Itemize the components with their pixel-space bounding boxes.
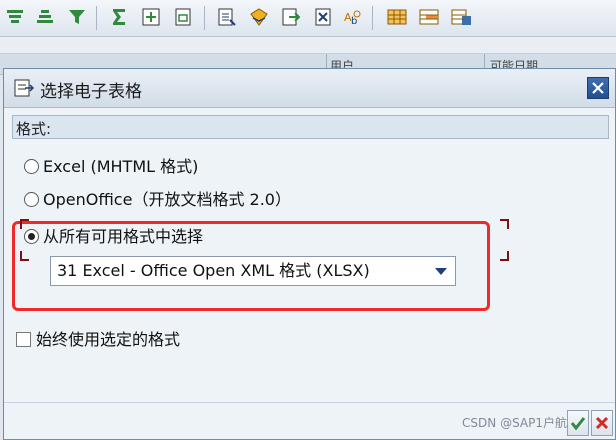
always-use-format-row[interactable]: 始终使用选定的格式	[16, 329, 180, 351]
option-excel-mhtml[interactable]: Excel (MHTML 格式)	[24, 155, 198, 179]
cancel-x-icon	[595, 416, 609, 430]
subtotal-icon[interactable]	[140, 6, 162, 28]
select-spreadsheet-dialog: 选择电子表格 格式: Excel (MHTML 格式) OpenOffice（开…	[3, 68, 616, 440]
filter-icon[interactable]	[66, 6, 88, 28]
option-openoffice[interactable]: OpenOffice（开放文档格式 2.0）	[24, 188, 291, 212]
option-label: Excel (MHTML 格式)	[43, 157, 199, 176]
sort-descending-icon[interactable]	[34, 6, 56, 28]
format-select-value: 31 Excel - Office Open XML 格式 (XLSX)	[57, 261, 370, 280]
confirm-button[interactable]	[567, 410, 589, 436]
radio-button-selected[interactable]	[24, 229, 39, 244]
cancel-button[interactable]	[591, 410, 613, 436]
sum-icon[interactable]	[108, 6, 130, 28]
option-label: 从所有可用格式中选择	[43, 227, 204, 246]
sort-ascending-icon[interactable]	[4, 6, 26, 28]
dialog-titlebar[interactable]: 选择电子表格	[4, 69, 615, 108]
dialog-content: 格式: Excel (MHTML 格式) OpenOffice（开放文档格式 2…	[12, 115, 609, 405]
option-choose-from-all[interactable]: 从所有可用格式中选择	[24, 225, 203, 249]
change-layout-icon[interactable]	[418, 6, 440, 28]
spreadsheet-icon[interactable]	[312, 6, 334, 28]
always-use-format-checkbox[interactable]	[16, 332, 31, 347]
format-group-title: 格式:	[12, 115, 609, 139]
always-use-format-label: 始终使用选定的格式	[36, 330, 181, 349]
save-layout-icon[interactable]	[450, 6, 472, 28]
checkmark-icon	[570, 417, 586, 431]
option-label: OpenOffice（开放文档格式 2.0）	[43, 190, 291, 209]
dialog-window-icon	[14, 79, 34, 97]
format-select[interactable]: 31 Excel - Office Open XML 格式 (XLSX)	[50, 256, 456, 286]
radio-button[interactable]	[24, 192, 39, 207]
close-icon	[592, 82, 604, 94]
close-button[interactable]	[587, 77, 609, 99]
print-preview-icon[interactable]	[172, 6, 194, 28]
find-icon[interactable]: Ab	[342, 6, 364, 28]
radio-button[interactable]	[24, 159, 39, 174]
dialog-title: 选择电子表格	[40, 82, 142, 102]
background-strip	[0, 37, 616, 54]
dialog-footer: CSDN @SAP1户航	[4, 402, 615, 439]
dropdown-arrow-icon[interactable]	[435, 268, 447, 275]
mail-icon[interactable]	[248, 6, 270, 28]
grid-layout-icon[interactable]	[386, 6, 408, 28]
abc-icon[interactable]	[280, 6, 302, 28]
export-icon[interactable]	[216, 6, 238, 28]
watermark-text: CSDN @SAP1户航	[462, 416, 567, 430]
svg-text:b: b	[351, 16, 357, 27]
application-toolbar: Ab	[0, 0, 616, 37]
